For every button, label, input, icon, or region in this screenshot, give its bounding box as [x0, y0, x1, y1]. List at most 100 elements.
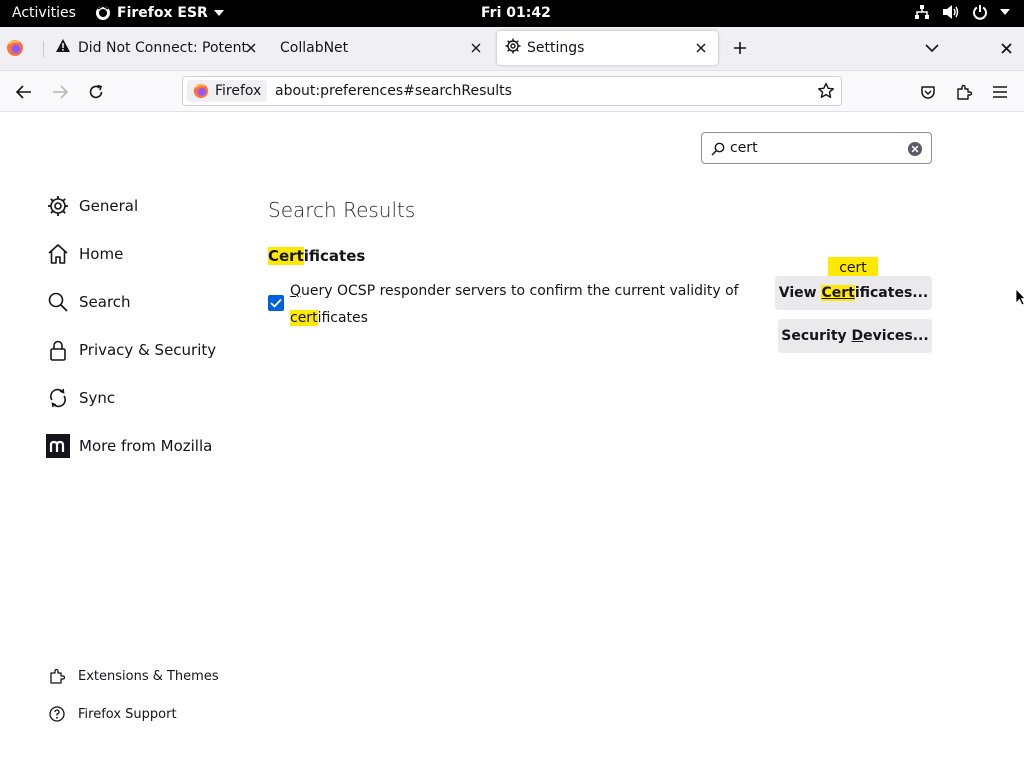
help-icon — [48, 705, 66, 723]
firefox-view-button[interactable] — [6, 31, 36, 65]
lock-icon — [46, 338, 70, 362]
access-key: Q — [290, 283, 302, 299]
search-tooltip: cert — [828, 257, 878, 278]
puzzle-icon — [957, 84, 972, 100]
chevron-down-icon — [925, 43, 939, 52]
category-label: Home — [79, 245, 124, 263]
power-icon — [972, 4, 988, 20]
arrow-left-icon — [16, 85, 31, 99]
category-label: Search — [79, 293, 131, 311]
button-text: ificates... — [854, 285, 929, 301]
ocsp-checkbox-label[interactable]: Query OCSP responder servers to confirm … — [290, 278, 740, 332]
category-more-from-mozilla[interactable]: More from Mozilla — [46, 434, 212, 458]
list-all-tabs-button[interactable] — [920, 31, 944, 65]
pocket-icon — [921, 86, 935, 99]
mozilla-icon — [46, 434, 70, 458]
app-menu[interactable]: Firefox ESR — [95, 5, 224, 21]
system-tray[interactable] — [914, 4, 1010, 20]
identity-box[interactable]: Firefox — [187, 80, 268, 102]
certificates-heading: Certificates — [268, 247, 365, 265]
pocket-button[interactable] — [915, 79, 941, 105]
app-menu-label: Firefox ESR — [117, 5, 208, 21]
category-label: General — [79, 197, 139, 215]
clear-search-icon[interactable] — [907, 141, 923, 161]
category-label: More from Mozilla — [79, 437, 213, 455]
chevron-down-icon — [1000, 8, 1010, 16]
activities-button[interactable]: Activities — [12, 5, 76, 21]
network-icon — [914, 4, 930, 20]
chevron-down-icon — [213, 9, 224, 17]
close-icon[interactable] — [242, 39, 260, 57]
clock[interactable]: Fri 01:42 — [481, 5, 551, 21]
tab-title: Settings — [527, 40, 585, 56]
category-label: Privacy & Security — [79, 341, 217, 359]
label-text: uery OCSP responder servers to confirm t… — [301, 283, 739, 299]
category-home[interactable]: Home — [46, 242, 123, 266]
category-search[interactable]: Search — [46, 290, 131, 314]
search-icon — [46, 290, 70, 314]
firefox-support-link[interactable]: Firefox Support — [48, 705, 177, 723]
new-tab-button[interactable] — [728, 31, 752, 65]
back-button[interactable] — [11, 79, 37, 105]
arrow-right-icon — [53, 85, 68, 99]
url-bar[interactable]: Firefox about:preferences#searchResults — [182, 76, 842, 106]
close-icon — [1000, 42, 1012, 54]
preferences-page: cert General Home Search Privacy & Secur… — [0, 112, 1024, 768]
button-text: Security — [781, 328, 852, 344]
tab-settings[interactable]: Settings — [497, 31, 718, 65]
firefox-support-label: Firefox Support — [78, 706, 177, 722]
navigation-toolbar: Firefox about:preferences#searchResults — [0, 71, 1024, 112]
access-key: D — [851, 328, 864, 344]
firefox-app-icon — [95, 5, 111, 21]
close-icon[interactable] — [467, 39, 485, 57]
extensions-themes-link[interactable]: Extensions & Themes — [48, 667, 219, 685]
gear-icon — [505, 38, 521, 58]
tab-did-not-connect[interactable]: Did Not Connect: Potenti — [46, 31, 268, 65]
puzzle-icon — [48, 667, 66, 685]
tab-title: CollabNet — [280, 40, 349, 56]
bookmark-star-icon[interactable] — [817, 82, 835, 104]
sync-icon — [46, 386, 70, 410]
mouse-cursor-icon — [1015, 287, 1024, 310]
page-title: Search Results — [268, 198, 416, 222]
reload-icon — [89, 84, 103, 99]
reload-button[interactable] — [83, 79, 109, 105]
category-privacy[interactable]: Privacy & Security — [46, 338, 216, 362]
category-general[interactable]: General — [46, 194, 138, 218]
app-menu-button[interactable] — [987, 79, 1013, 105]
view-certificates-button[interactable]: View Cert ificates... — [775, 276, 932, 310]
search-highlight: cert — [290, 310, 318, 326]
heading-rest: ificates — [303, 247, 366, 265]
forward-button[interactable] — [47, 79, 73, 105]
system-top-bar: Activities Firefox ESR Fri 01:42 — [0, 0, 1024, 27]
extensions-button[interactable] — [951, 79, 977, 105]
gear-icon — [46, 194, 70, 218]
button-text: evices... — [863, 328, 929, 344]
button-text: View — [778, 285, 822, 301]
extensions-themes-label: Extensions & Themes — [78, 668, 219, 684]
search-highlight: Cert — [821, 285, 855, 301]
category-sync[interactable]: Sync — [46, 386, 115, 410]
url-text[interactable]: about:preferences#searchResults — [275, 83, 512, 99]
identity-label: Firefox — [215, 83, 262, 99]
ocsp-checkbox[interactable] — [268, 295, 284, 311]
tab-collabnet[interactable]: CollabNet — [271, 31, 493, 65]
firefox-logo-icon — [7, 40, 23, 56]
home-icon — [46, 242, 70, 266]
security-devices-button[interactable]: Security Devices... — [778, 319, 932, 353]
checkmark-icon — [270, 298, 282, 308]
category-label: Sync — [79, 389, 116, 407]
hamburger-menu-icon — [993, 86, 1007, 98]
search-highlight: Cert — [268, 247, 304, 265]
search-icon — [711, 141, 725, 160]
search-value: cert — [730, 140, 758, 156]
preferences-search-input[interactable]: cert — [701, 132, 932, 164]
firefox-logo-icon — [193, 83, 209, 99]
close-icon[interactable] — [692, 39, 710, 57]
tab-strip: Did Not Connect: Potenti CollabNet Setti… — [0, 27, 1024, 71]
volume-icon — [942, 4, 960, 20]
label-text: ificates — [317, 310, 368, 326]
plus-icon — [734, 42, 746, 54]
close-window-button[interactable] — [994, 31, 1018, 65]
tab-title: Did Not Connect: Potenti — [78, 40, 248, 56]
